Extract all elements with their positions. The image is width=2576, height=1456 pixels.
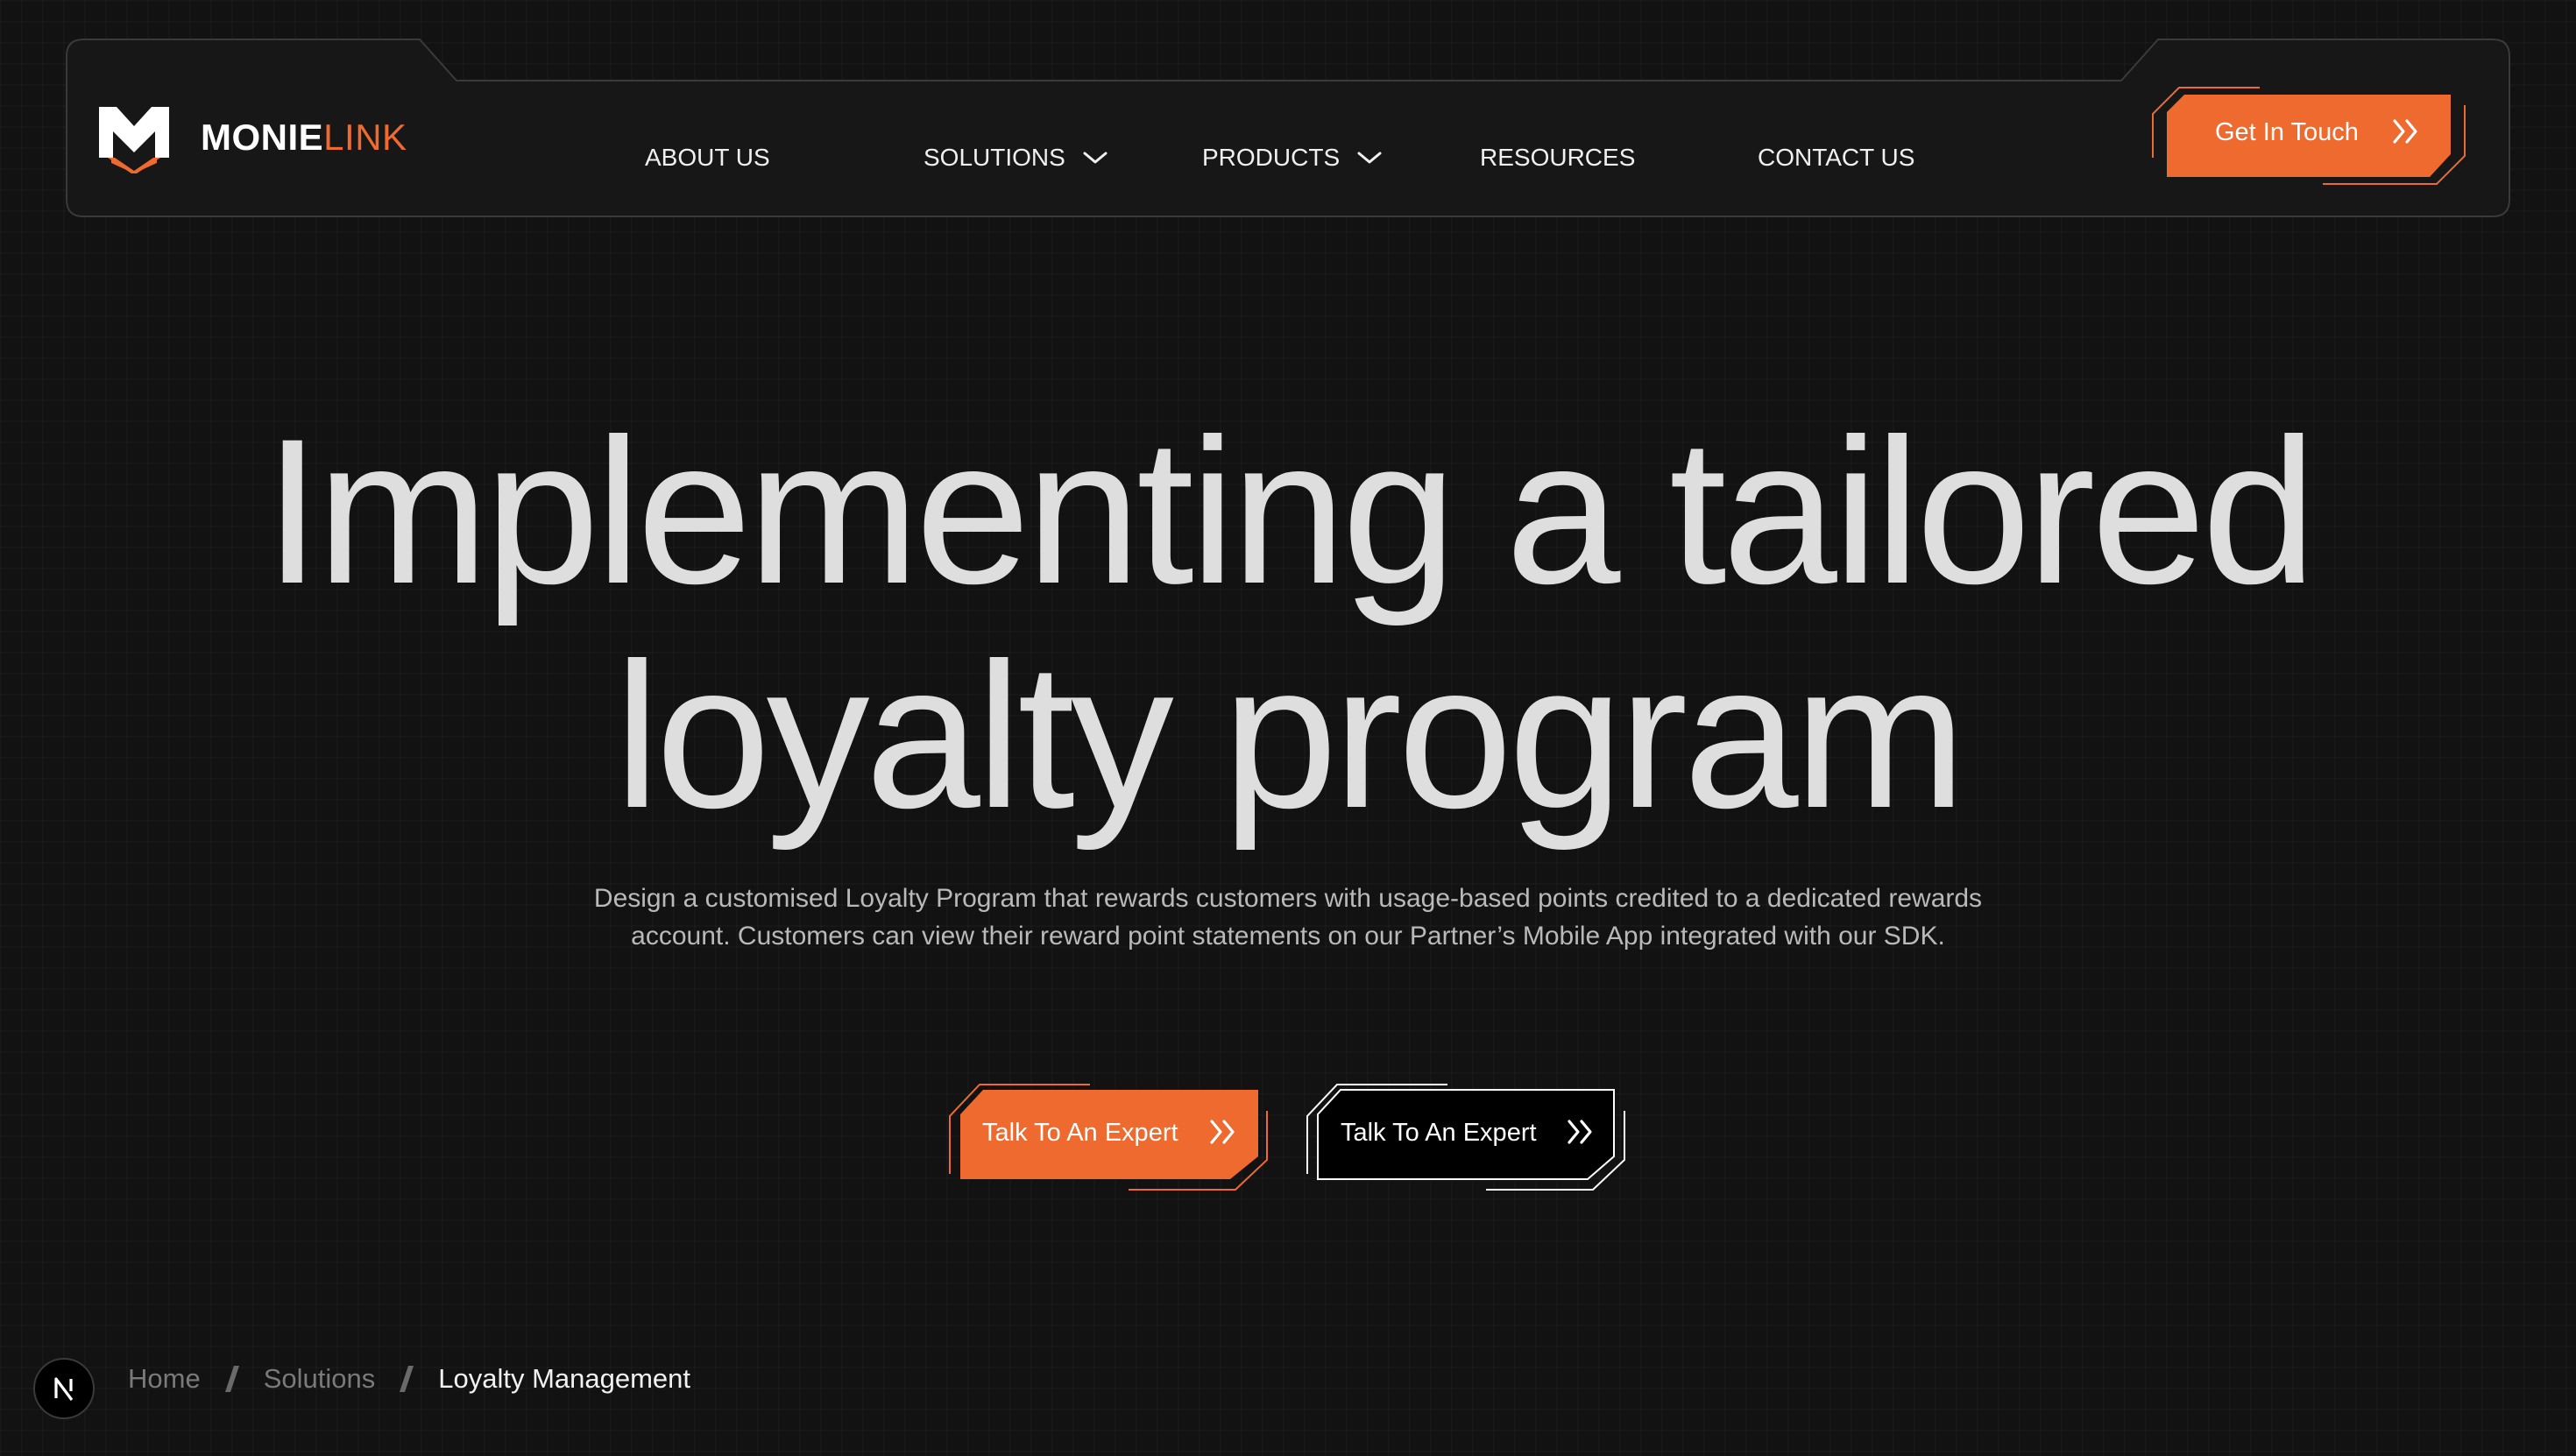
nav-item-label: SOLUTIONS: [924, 144, 1065, 171]
breadcrumb: Home Solutions Loyalty Management: [128, 1361, 690, 1396]
double-chevron-right-icon: [1568, 1120, 1592, 1144]
nav-item-about-us[interactable]: ABOUT US: [645, 140, 770, 175]
breadcrumb-current-page: Loyalty Management: [438, 1363, 691, 1394]
nav-item-solutions[interactable]: SOLUTIONS: [924, 140, 1108, 175]
hero-title-line1: Implementing a tailored: [263, 396, 2317, 627]
secondary-button-label: Talk To An Expert: [1341, 1119, 1537, 1147]
breadcrumb-separator-icon: [224, 1366, 239, 1392]
hero-title: Implementing a tailored loyalty program: [0, 399, 2576, 848]
hero-description: Design a customised Loyalty Program that…: [593, 884, 1983, 951]
chevron-down-icon: [1083, 152, 1108, 164]
get-in-touch-label: Get In Touch: [2215, 118, 2359, 146]
nav-item-label: RESOURCES: [1480, 144, 1636, 171]
nextjs-icon: [54, 1377, 74, 1401]
double-chevron-right-icon: [1210, 1120, 1235, 1144]
breadcrumb-home[interactable]: Home: [128, 1363, 201, 1395]
get-in-touch-button[interactable]: Get In Touch: [2151, 81, 2466, 189]
nav-item-label: ABOUT US: [645, 144, 770, 171]
header-frame: [66, 39, 2510, 217]
nav-item-products[interactable]: PRODUCTS: [1202, 140, 1382, 175]
hero-title-line2: loyalty program: [613, 620, 1966, 852]
nav-item-label: PRODUCTS: [1202, 144, 1341, 171]
talk-to-expert-primary-button[interactable]: Talk To An Expert: [946, 1076, 1269, 1191]
primary-button-label: Talk To An Expert: [982, 1119, 1178, 1147]
site-header: MONIELINK ABOUT US SOLUTIONS PRODUCTS RE…: [66, 39, 2510, 217]
double-chevron-right-icon: [2393, 119, 2417, 144]
breadcrumb-separator-icon: [400, 1366, 414, 1392]
nav-item-label: CONTACT US: [1758, 144, 1915, 171]
nav-item-contact-us[interactable]: CONTACT US: [1758, 140, 1914, 175]
nextjs-dev-badge[interactable]: [33, 1358, 95, 1419]
chevron-down-icon: [1357, 152, 1382, 164]
main-nav: ABOUT US SOLUTIONS PRODUCTS RESOURCES CO…: [66, 140, 2510, 175]
nav-item-resources[interactable]: RESOURCES: [1480, 140, 1635, 175]
breadcrumb-solutions[interactable]: Solutions: [264, 1363, 376, 1395]
talk-to-expert-secondary-button[interactable]: Talk To An Expert: [1304, 1076, 1626, 1191]
